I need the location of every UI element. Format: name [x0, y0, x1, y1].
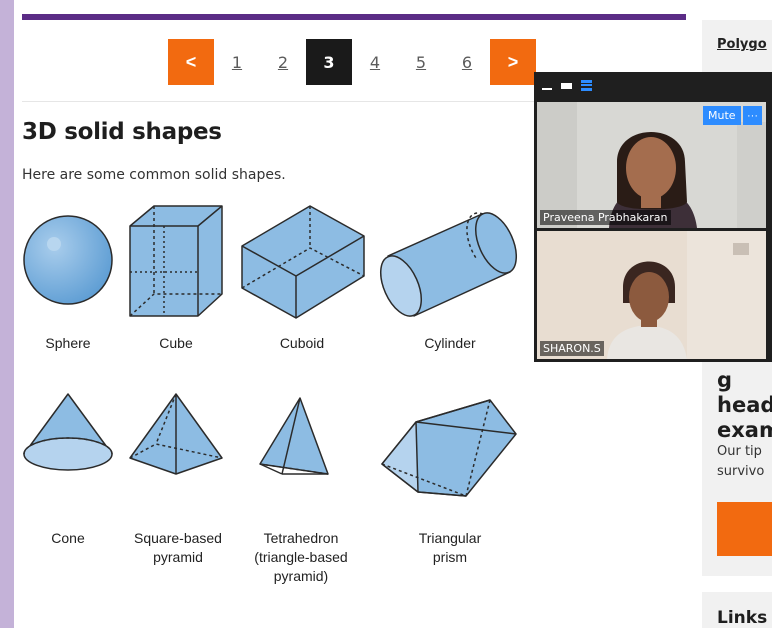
cube-label: Cube [159, 335, 193, 351]
cube-shape [129, 205, 223, 317]
cylinder-label: Cylinder [424, 335, 476, 351]
square-pyramid-shape [129, 393, 223, 475]
page-link-1[interactable]: 1 [214, 39, 260, 85]
participant-video-2[interactable]: SHARON.S [537, 231, 766, 359]
next-page-button[interactable]: > [490, 39, 536, 85]
mute-button[interactable]: Mute [703, 106, 741, 125]
sidebar-cta-button[interactable] [717, 502, 772, 556]
prev-page-button[interactable]: < [168, 39, 214, 85]
section-header-bar [22, 14, 686, 20]
layout-icon[interactable] [581, 80, 592, 91]
cuboid-label: Cuboid [279, 335, 325, 351]
intro-text: Here are some common solid shapes. [22, 167, 286, 183]
page-link-4[interactable]: 4 [352, 39, 398, 85]
cone-shape [23, 393, 113, 471]
participant-video-1[interactable]: Mute ··· Praveena Prabhakaran [537, 102, 766, 228]
video-toolbar [542, 80, 592, 91]
cone-label: Cone [51, 530, 85, 546]
participant-2-image [537, 231, 766, 359]
sidebar-heading: g head exam [717, 368, 772, 442]
tetrahedron-shape [259, 397, 329, 475]
triangular-prism-label: Triangular prism [418, 530, 482, 565]
video-call-window[interactable]: Mute ··· Praveena Prabhakaran SHARON.S [534, 72, 772, 362]
shapes-illustration: Sphere Cube Cuboid Cylinder Cone Square-… [14, 196, 534, 616]
tetrahedron-label: Tetrahedron (triangle-based pyramid) [254, 530, 348, 584]
section-title: 3D solid shapes [22, 119, 222, 145]
window-icon[interactable] [561, 82, 572, 89]
participant-1-name: Praveena Prabhakaran [540, 210, 671, 225]
square-pyramid-label: Square-based pyramid [134, 530, 222, 565]
sidebar-link-polygons[interactable]: Polygo [717, 37, 767, 52]
page-link-2[interactable]: 2 [260, 39, 306, 85]
more-options-button[interactable]: ··· [743, 106, 762, 125]
pagination: < 1 2 3 4 5 6 > [168, 39, 536, 85]
page-link-5[interactable]: 5 [398, 39, 444, 85]
triangular-prism-shape [381, 399, 517, 497]
sphere-shape [23, 215, 113, 305]
page-link-3-current[interactable]: 3 [306, 39, 352, 85]
page-link-6[interactable]: 6 [444, 39, 490, 85]
cylinder-shape [379, 212, 518, 317]
participant-2-name: SHARON.S [540, 341, 604, 356]
sidebar-text: Our tip survivo [717, 444, 765, 479]
minimize-icon[interactable] [542, 87, 552, 90]
sphere-label: Sphere [45, 335, 91, 351]
cuboid-shape [241, 205, 365, 319]
sidebar-links-heading: Links [717, 608, 768, 628]
